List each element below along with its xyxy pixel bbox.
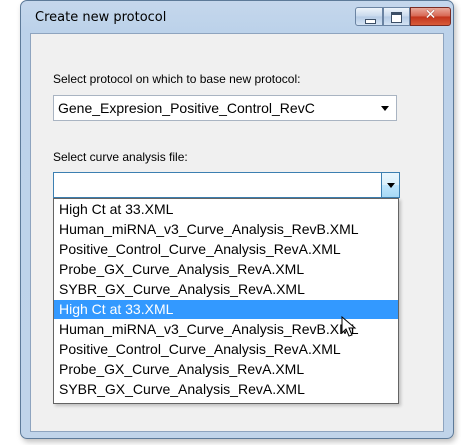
curve-file-dropdown-list[interactable]: High Ct at 33.XML Human_miRNA_v3_Curve_A… — [53, 198, 399, 404]
protocol-select[interactable]: Gene_Expresion_Positive_Control_RevC — [53, 95, 397, 121]
dropdown-option[interactable]: Probe_GX_Curve_Analysis_RevA.XML — [54, 260, 398, 279]
curve-analysis-select[interactable] — [53, 172, 400, 198]
curve-select-dropdown-button[interactable] — [381, 173, 399, 197]
dropdown-option[interactable]: Probe_GX_Curve_Analysis_RevA.XML — [54, 360, 398, 379]
close-button[interactable]: ✕ — [410, 7, 451, 26]
dropdown-option[interactable]: Positive_Control_Curve_Analysis_RevA.XML — [54, 240, 398, 259]
create-protocol-dialog: Create new protocol ✕ Select protocol on… — [20, 0, 454, 439]
maximize-button[interactable] — [383, 7, 410, 26]
protocol-select-value: Gene_Expresion_Positive_Control_RevC — [58, 100, 315, 116]
chevron-down-icon — [387, 183, 395, 188]
curve-select-label: Select curve analysis file: — [53, 150, 188, 164]
mouse-pointer-icon — [341, 316, 357, 337]
minimize-icon — [365, 19, 376, 24]
dropdown-option[interactable]: SYBR_GX_Curve_Analysis_RevA.XML — [54, 280, 398, 299]
title-bar[interactable]: Create new protocol ✕ — [21, 1, 453, 33]
dropdown-option[interactable]: High Ct at 33.XML — [54, 200, 398, 219]
protocol-select-label: Select protocol on which to base new pro… — [53, 72, 301, 86]
chevron-down-icon[interactable] — [381, 106, 389, 111]
dropdown-option[interactable]: SYBR_GX_Curve_Analysis_RevA.XML — [54, 380, 398, 399]
dialog-body: Select protocol on which to base new pro… — [30, 33, 444, 432]
dropdown-option[interactable]: Human_miRNA_v3_Curve_Analysis_RevB.XML — [54, 220, 398, 239]
maximize-icon — [391, 12, 402, 23]
dropdown-option[interactable]: Positive_Control_Curve_Analysis_RevA.XML — [54, 340, 398, 359]
window-title: Create new protocol — [35, 10, 167, 25]
minimize-button[interactable] — [355, 7, 383, 26]
close-icon: ✕ — [424, 7, 437, 23]
